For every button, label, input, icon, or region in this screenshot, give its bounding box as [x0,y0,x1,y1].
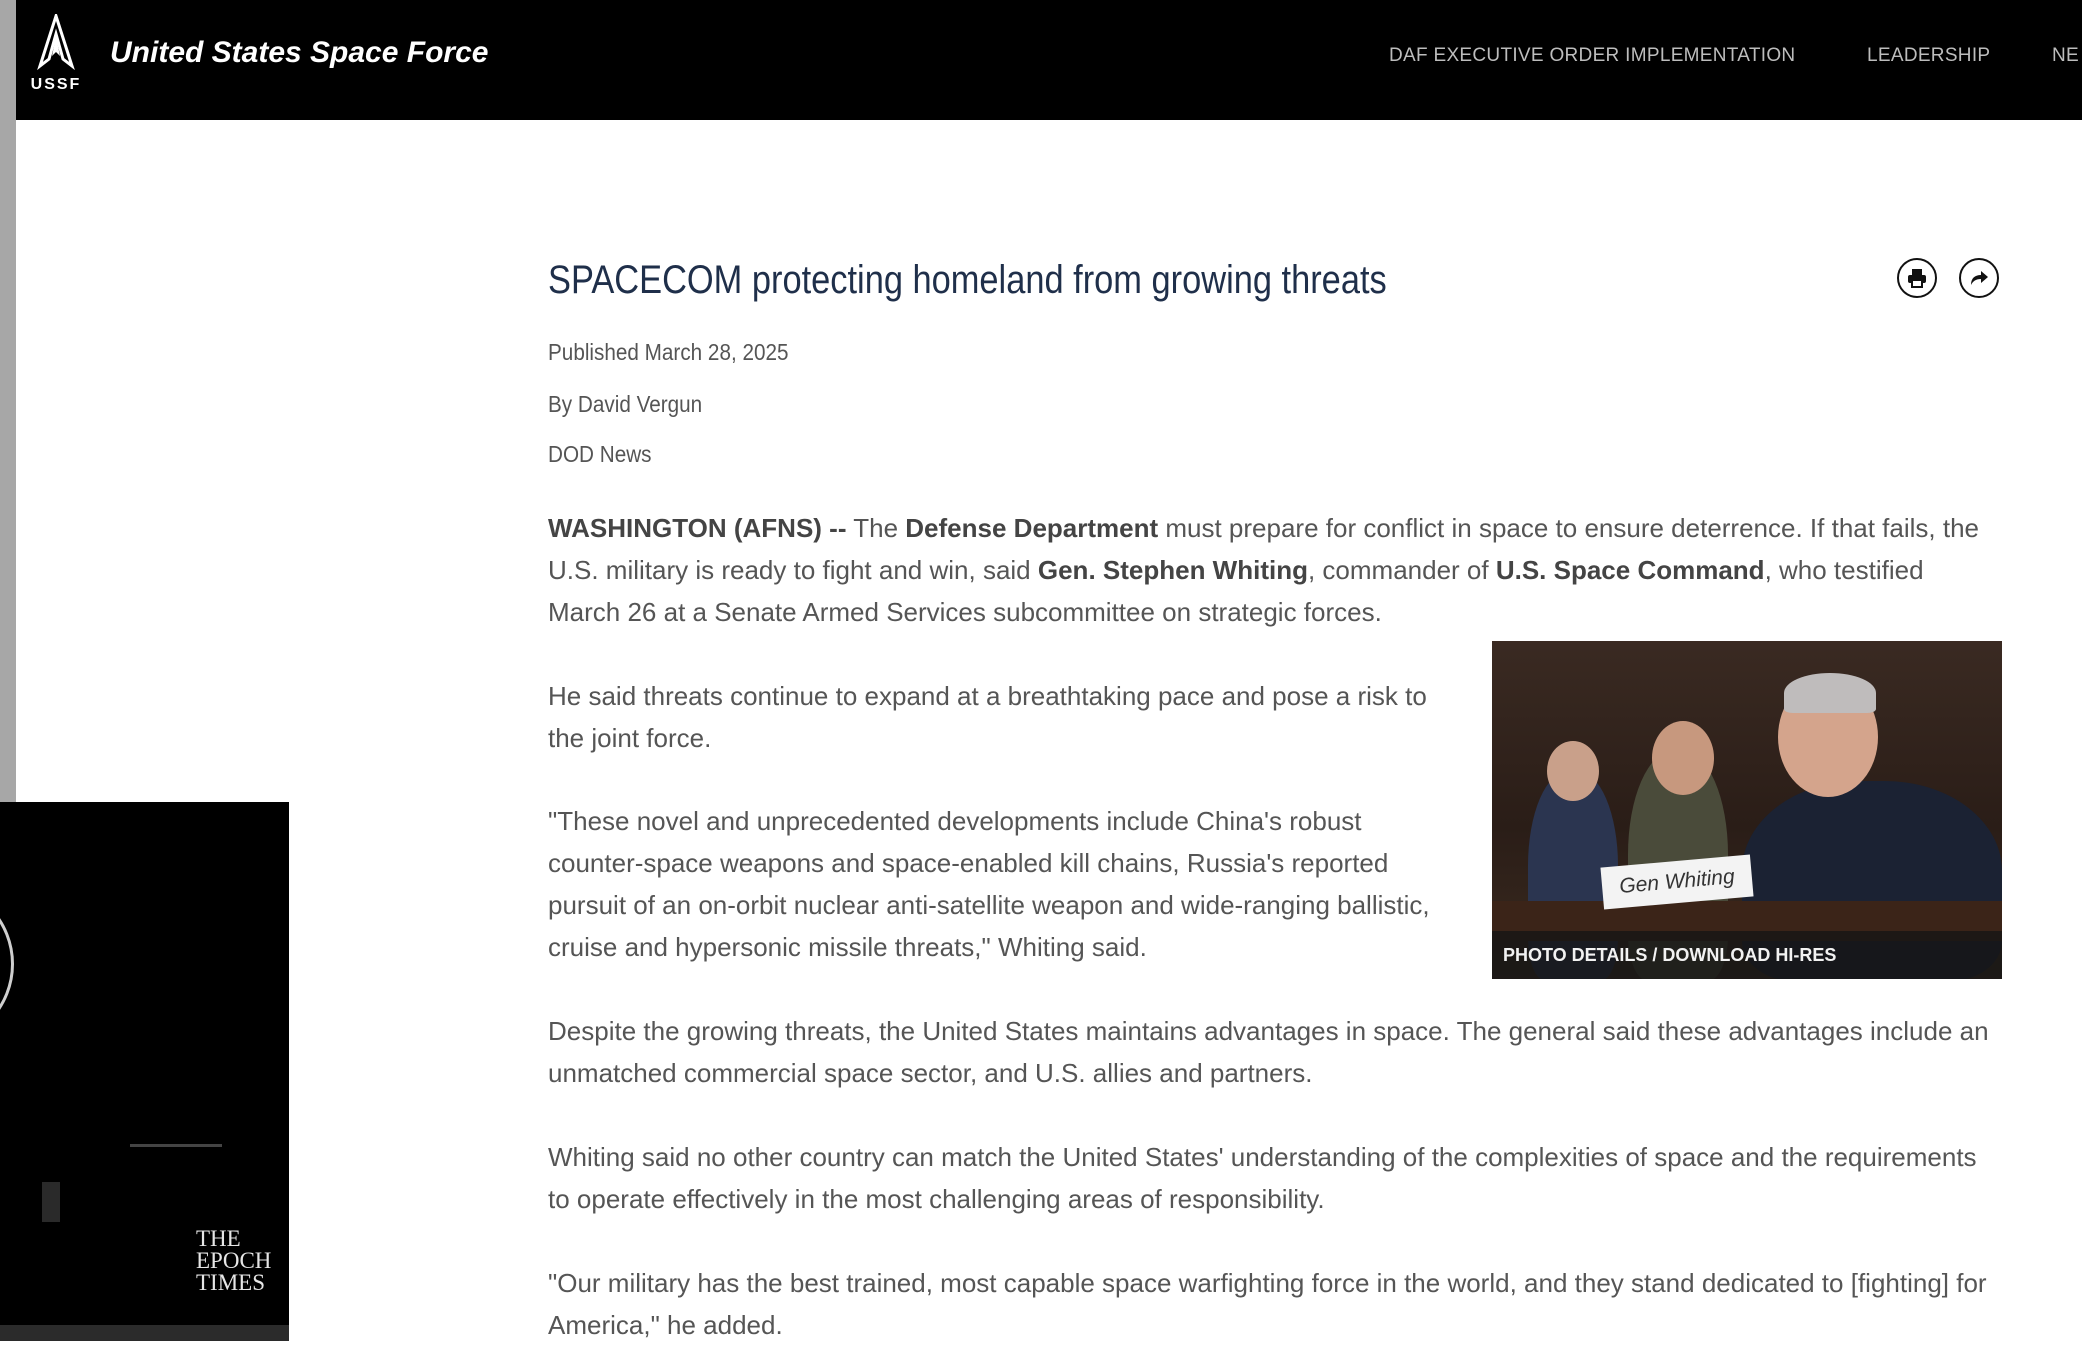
photo-caption-link[interactable]: PHOTO DETAILS / DOWNLOAD HI-RES [1492,931,2002,979]
nav-link-daf-executive-order[interactable]: DAF EXECUTIVE ORDER IMPLEMENTATION [1389,45,1795,67]
paragraph-5: Whiting said no other country can match … [548,1142,1977,1214]
overlay-graphic-circle [0,882,14,1046]
p1-text-1: The [846,513,906,543]
overlay-graphic-line [130,1144,222,1147]
share-button[interactable] [1959,258,1999,298]
share-icon [1971,271,1988,285]
overlay-control-strip[interactable] [0,1325,289,1341]
photo-hair-general [1784,673,1876,713]
dateline: WASHINGTON (AFNS) -- [548,513,847,543]
print-button[interactable] [1897,258,1937,298]
paragraph-1: WASHINGTON (AFNS) -- The Defense Departm… [548,507,2002,633]
published-date: Published March 28, 2025 [548,339,789,365]
print-icon [1908,269,1926,288]
delta-logo-icon [37,14,75,71]
p1-text-3: , commander of [1307,555,1496,585]
nav-link-news[interactable]: NE [2052,45,2079,67]
paragraph-6: "Our military has the best trained, most… [548,1268,1987,1340]
site-title[interactable]: United States Space Force [110,36,488,70]
defense-department-term: Defense Department [905,513,1159,543]
paragraph-4: Despite the growing threats, the United … [548,1016,1989,1088]
overlay-graphic-mark [42,1182,60,1222]
photo-face-middle [1652,721,1714,795]
gen-whiting-term: Gen. Stephen Whiting [1037,555,1308,585]
epoch-times-logo-text: THE EPOCH TIMES [196,1226,272,1295]
article-title: SPACECOM protecting homeland from growin… [548,258,1387,302]
paragraph-2: He said threats continue to expand at a … [548,681,1427,753]
photo-face-left [1547,741,1599,801]
logo-text: USSF [30,76,82,93]
byline[interactable]: By David Vergun [548,391,702,418]
top-navigation-bar: USSF United States Space Force DAF EXECU… [16,0,2082,120]
ussf-logo[interactable]: USSF [24,14,88,104]
space-command-term: U.S. Space Command [1495,555,1765,585]
paragraph-3: "These novel and unprecedented developme… [548,806,1430,962]
source-label: DOD News [548,441,652,467]
article-photo[interactable]: Gen Whiting PHOTO DETAILS / DOWNLOAD HI-… [1492,641,2002,979]
nav-link-leadership[interactable]: LEADERSHIP [1867,45,1990,67]
epoch-times-video-overlay[interactable]: THE EPOCH TIMES [0,802,289,1341]
epoch-times-logo: THE EPOCH TIMES [196,1226,272,1295]
